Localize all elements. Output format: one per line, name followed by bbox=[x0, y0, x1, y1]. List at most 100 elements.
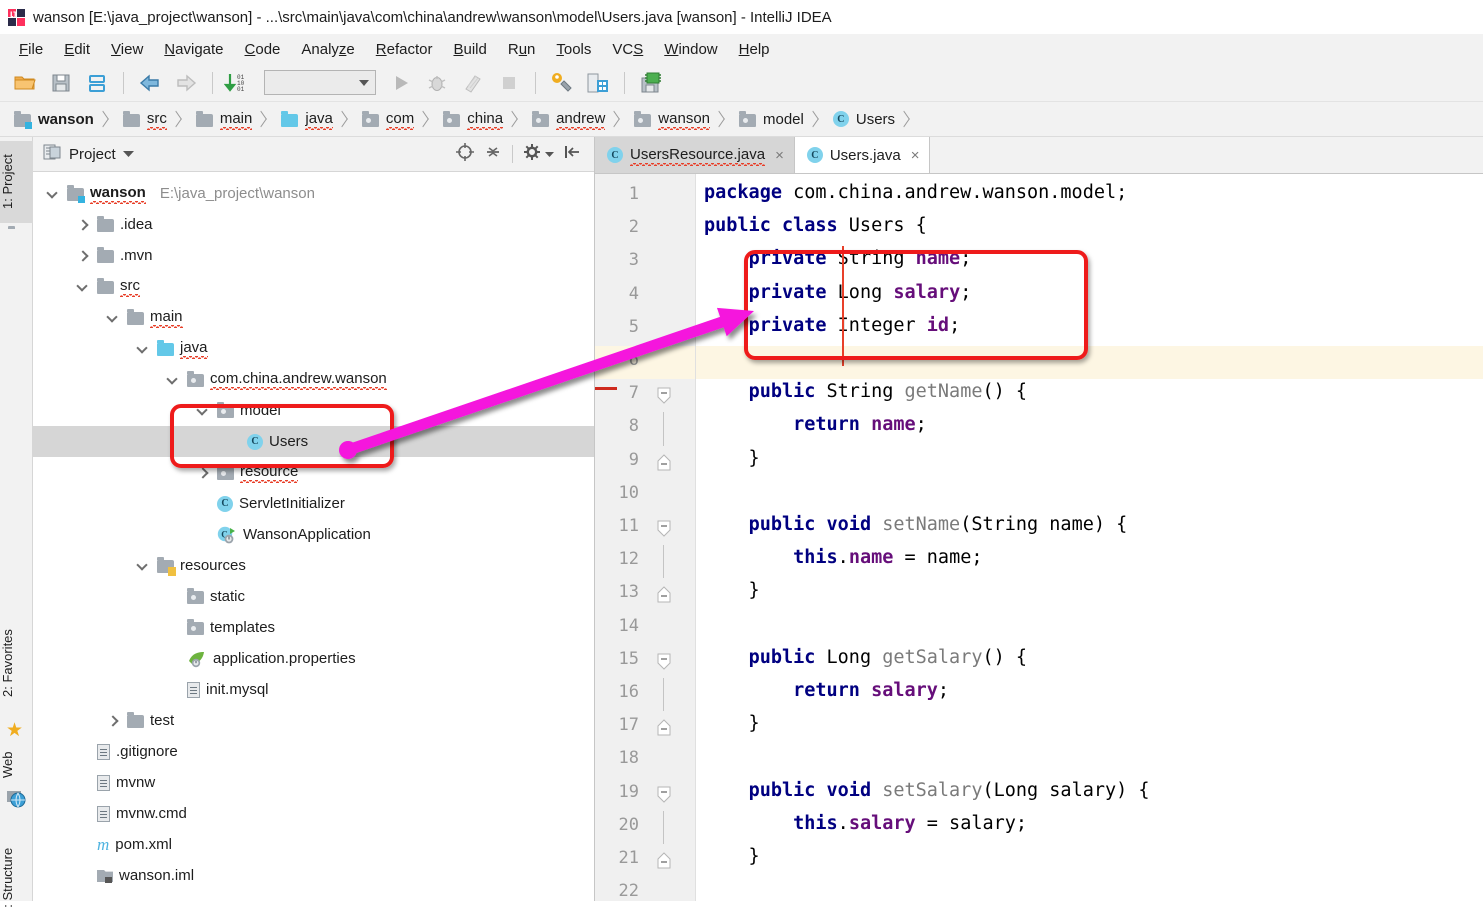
fold-end-icon[interactable] bbox=[657, 719, 671, 736]
tree-item-servletinitializer[interactable]: C ServletInitializer bbox=[33, 488, 594, 519]
tree-item-resources[interactable]: resources bbox=[33, 550, 594, 581]
run-icon[interactable] bbox=[384, 68, 418, 98]
breadcrumb-item-java[interactable]: java bbox=[273, 102, 354, 136]
gear-settings-icon[interactable] bbox=[523, 143, 541, 166]
menu-code[interactable]: Code bbox=[236, 38, 290, 61]
close-icon[interactable]: × bbox=[911, 147, 920, 164]
menu-refactor[interactable]: Refactor bbox=[367, 38, 442, 61]
sidebar-item-project[interactable]: 1: Project bbox=[0, 141, 33, 223]
breadcrumb-item-main[interactable]: main bbox=[188, 102, 274, 136]
tree-item-users[interactable]: C Users bbox=[33, 426, 594, 457]
tree-item-src[interactable]: src bbox=[33, 271, 594, 302]
menu-build[interactable]: Build bbox=[444, 38, 495, 61]
code-text[interactable]: package com.china.andrew.wanson.model; pu… bbox=[696, 174, 1483, 901]
tree-item-main[interactable]: main bbox=[33, 302, 594, 333]
tree-item-templates[interactable]: templates bbox=[33, 612, 594, 643]
chevron-down-icon[interactable] bbox=[122, 145, 134, 163]
sdk-manager-icon[interactable] bbox=[634, 68, 668, 98]
close-icon[interactable]: × bbox=[775, 147, 784, 164]
tree-item-mvnw[interactable]: mvnw bbox=[33, 767, 594, 798]
editor-tab-usersresource-java[interactable]: C UsersResource.java × bbox=[595, 137, 795, 173]
tree-item-java[interactable]: java bbox=[33, 333, 594, 364]
gear-dropdown-chevron-icon[interactable] bbox=[545, 145, 554, 163]
coverage-icon[interactable] bbox=[456, 68, 490, 98]
breadcrumb-item-wanson[interactable]: wanson bbox=[626, 102, 731, 136]
menu-tools[interactable]: Tools bbox=[547, 38, 600, 61]
open-folder-icon[interactable] bbox=[8, 68, 42, 98]
menu-file[interactable]: File bbox=[10, 38, 52, 61]
editor-tab-users-java[interactable]: C Users.java × bbox=[794, 137, 931, 173]
menu-window[interactable]: Window bbox=[655, 38, 726, 61]
tree-item-test[interactable]: test bbox=[33, 705, 594, 736]
menu-analyze[interactable]: Analyze bbox=[292, 38, 363, 61]
chevron-right-icon[interactable] bbox=[197, 467, 209, 479]
chevron-right-icon[interactable] bbox=[107, 715, 119, 727]
tree-item-pom-xml[interactable]: m pom.xml bbox=[33, 829, 594, 860]
chevron-down-icon[interactable] bbox=[77, 281, 89, 293]
hide-panel-icon[interactable] bbox=[564, 143, 582, 166]
tree-item-wansonapplication[interactable]: C WansonApplication bbox=[33, 519, 594, 550]
tree-item-resource[interactable]: resource bbox=[33, 457, 594, 488]
fold-collapse-icon[interactable] bbox=[657, 786, 671, 803]
breadcrumb-item-com[interactable]: com bbox=[354, 102, 435, 136]
menu-edit[interactable]: Edit bbox=[55, 38, 99, 61]
breadcrumb-item-wanson[interactable]: wanson bbox=[6, 102, 115, 136]
sidebar-item-web[interactable]: Web bbox=[0, 743, 33, 787]
menu-run[interactable]: Run bbox=[499, 38, 545, 61]
menu-vcs[interactable]: VCS bbox=[603, 38, 652, 61]
fold-collapse-icon[interactable] bbox=[657, 520, 671, 537]
run-configuration-selector[interactable] bbox=[264, 70, 376, 95]
tree-item-model[interactable]: model bbox=[33, 395, 594, 426]
chevron-down-icon[interactable] bbox=[47, 188, 59, 200]
update-project-icon[interactable]: 01 10 01 bbox=[222, 68, 256, 98]
tree-item-mvnw-cmd[interactable]: mvnw.cmd bbox=[33, 798, 594, 829]
menu-navigate[interactable]: Navigate bbox=[155, 38, 232, 61]
chevron-down-icon[interactable] bbox=[197, 405, 209, 417]
chevron-down-icon[interactable] bbox=[107, 312, 119, 324]
code-line: this.name = name; bbox=[704, 547, 982, 568]
breadcrumb-item-model[interactable]: model bbox=[731, 102, 825, 136]
breadcrumb-item-andrew[interactable]: andrew bbox=[524, 102, 626, 136]
fold-end-icon[interactable] bbox=[657, 852, 671, 869]
tree-item-static[interactable]: static bbox=[33, 581, 594, 612]
chevron-down-icon[interactable] bbox=[167, 374, 179, 386]
sidebar-item-structure[interactable]: 7: Structure bbox=[0, 827, 33, 908]
code-token: salary bbox=[871, 680, 938, 701]
menu-help[interactable]: Help bbox=[730, 38, 779, 61]
fold-collapse-icon[interactable] bbox=[657, 653, 671, 670]
sync-refresh-icon[interactable] bbox=[80, 68, 114, 98]
collapse-all-icon[interactable] bbox=[484, 143, 502, 166]
tree-item-init-mysql[interactable]: init.mysql bbox=[33, 674, 594, 705]
editor-gutter[interactable]: 1 2 3 4 5 6 7 8 9 10 11 12 13 14 15 16 17 18 19 20 21 22 bbox=[595, 174, 696, 901]
tree-item--mvn[interactable]: .mvn bbox=[33, 240, 594, 271]
chevron-down-icon[interactable] bbox=[137, 560, 149, 572]
sidebar-item-favorites[interactable]: 2: Favorites bbox=[0, 611, 33, 715]
stop-icon[interactable] bbox=[492, 68, 526, 98]
forward-arrow-icon[interactable] bbox=[169, 68, 203, 98]
locate-target-icon[interactable] bbox=[456, 142, 474, 166]
tree-item--gitignore[interactable]: .gitignore bbox=[33, 736, 594, 767]
chevron-right-icon[interactable] bbox=[77, 219, 89, 231]
tree-item-wanson-iml[interactable]: wanson.iml bbox=[33, 860, 594, 891]
code-editor[interactable]: 1 2 3 4 5 6 7 8 9 10 11 12 13 14 15 16 17 18 19 20 21 22 pack… bbox=[595, 174, 1483, 901]
fold-end-icon[interactable] bbox=[657, 586, 671, 603]
breadcrumb-item-china[interactable]: china bbox=[435, 102, 524, 136]
breadcrumb-item-src[interactable]: src bbox=[115, 102, 188, 136]
project-structure-icon[interactable] bbox=[581, 68, 615, 98]
tree-item-com-china-andrew-wanson[interactable]: com.china.andrew.wanson bbox=[33, 364, 594, 395]
save-all-icon[interactable] bbox=[44, 68, 78, 98]
tree-item--idea[interactable]: .idea bbox=[33, 209, 594, 240]
debug-icon[interactable] bbox=[420, 68, 454, 98]
tree-item-application-properties[interactable]: application.properties bbox=[33, 643, 594, 674]
breadcrumb-item-users[interactable]: C Users bbox=[825, 102, 916, 136]
fold-end-icon[interactable] bbox=[657, 453, 671, 471]
chevron-down-icon[interactable] bbox=[137, 343, 149, 355]
back-arrow-icon[interactable] bbox=[133, 68, 167, 98]
fold-collapse-icon[interactable] bbox=[657, 387, 671, 404]
menu-view[interactable]: View bbox=[102, 38, 152, 61]
chevron-right-icon[interactable] bbox=[77, 250, 89, 262]
package-icon bbox=[187, 619, 204, 635]
tree-item-wanson[interactable]: wanson E:\java_project\wanson bbox=[33, 178, 594, 209]
settings-wrench-icon[interactable] bbox=[545, 68, 579, 98]
